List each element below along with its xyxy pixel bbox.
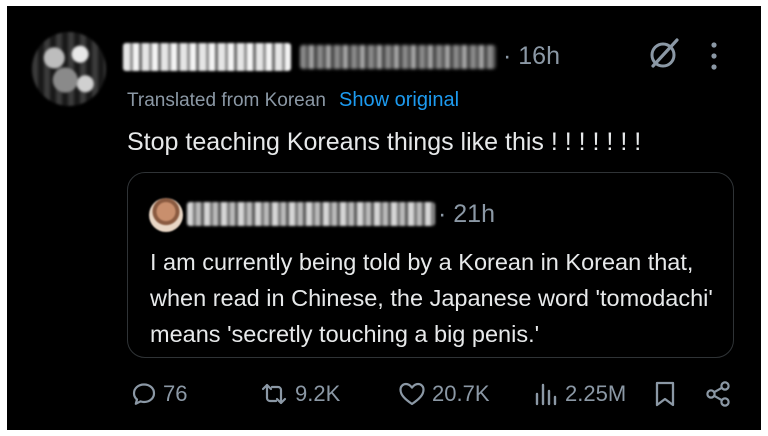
quoted-author-avatar[interactable] (149, 198, 183, 232)
share-button[interactable] (704, 379, 732, 409)
author-handle-redacted[interactable] (300, 45, 496, 69)
views-count: 2.25M (565, 381, 627, 406)
reply-button[interactable]: 76 (131, 379, 187, 409)
views-icon (535, 383, 557, 406)
quoted-post-text: I am currently being told by a Korean in… (150, 249, 713, 347)
author-display-name-redacted[interactable] (123, 43, 291, 71)
more-icon[interactable] (708, 40, 720, 72)
share-icon (706, 381, 730, 407)
author-avatar[interactable] (32, 32, 106, 106)
reply-count: 76 (163, 381, 188, 406)
like-icon (399, 382, 425, 406)
repost-button[interactable]: 9.2K (259, 379, 340, 409)
like-count: 20.7K (432, 381, 490, 406)
quoted-author-name-redacted[interactable] (187, 202, 435, 226)
like-button[interactable]: 20.7K (398, 379, 490, 409)
quoted-post-timestamp[interactable]: · 21h (438, 200, 495, 228)
show-original-link[interactable]: Show original (339, 88, 459, 112)
repost-icon (261, 383, 287, 405)
post-text: Stop teaching Koreans things like this !… (127, 128, 642, 156)
bookmark-icon (655, 381, 675, 407)
repost-count: 9.2K (295, 381, 341, 406)
bookmark-button[interactable] (653, 379, 677, 409)
reply-icon (132, 383, 156, 405)
post-timestamp[interactable]: · 16h (503, 42, 560, 70)
views-button[interactable]: 2.25M (533, 379, 626, 409)
translated-label: Translated from Korean (127, 90, 326, 111)
grok-icon[interactable] (646, 36, 682, 72)
